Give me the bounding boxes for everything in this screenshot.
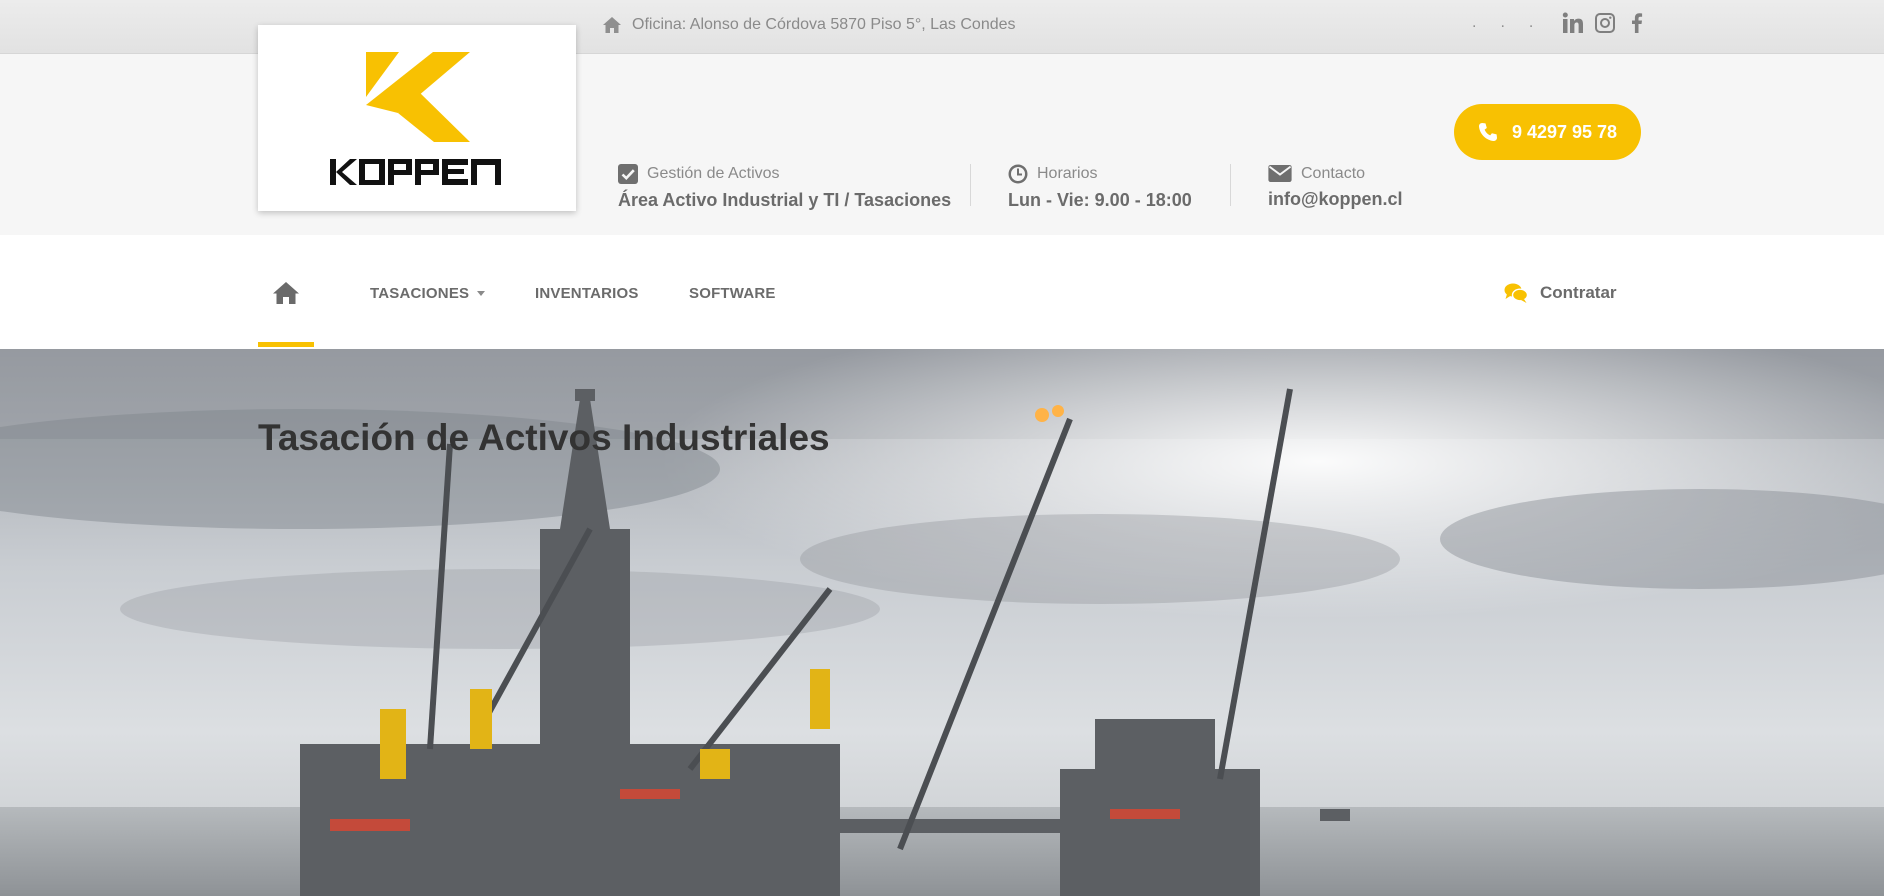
phone-button[interactable]: 9 4297 95 78 <box>1454 104 1641 160</box>
social-links <box>1562 12 1648 34</box>
hero-banner: Tasación de Activos Industriales <box>0 349 1884 896</box>
envelope-icon <box>1268 165 1292 182</box>
divider <box>970 164 971 206</box>
phone-icon <box>1478 123 1497 141</box>
nav-item-tasaciones[interactable]: TASACIONES <box>370 285 486 302</box>
main-nav: TASACIONES INVENTARIOS SOFTWARE Contrata… <box>0 235 1884 349</box>
koppen-logo-mark <box>330 52 501 185</box>
active-indicator <box>258 342 314 347</box>
nav-item-label: SOFTWARE <box>689 285 776 302</box>
nav-item-label: INVENTARIOS <box>535 285 639 302</box>
topbar-dot: . <box>1528 14 1534 31</box>
topbar-dot: . <box>1500 14 1505 31</box>
hero-title: Tasación de Activos Industriales <box>258 417 830 458</box>
info-value: Área Activo Industrial y TI / Tasaciones <box>618 190 952 210</box>
contratar-link[interactable]: Contratar <box>1504 282 1617 304</box>
divider <box>1230 164 1231 206</box>
nav-item-label: TASACIONES <box>370 285 470 302</box>
phone-button-label: 9 4297 95 78 <box>1511 121 1618 142</box>
logo[interactable] <box>258 25 576 211</box>
caret-down-icon <box>477 291 486 296</box>
info-label: Gestión de Activos <box>647 165 780 182</box>
info-hours: Horarios Lun - Vie: 9.00 - 18:00 <box>1008 164 1192 211</box>
instagram-icon[interactable] <box>1594 12 1616 34</box>
facebook-icon[interactable] <box>1626 12 1648 34</box>
home-icon <box>273 282 299 304</box>
nav-home[interactable] <box>258 235 314 349</box>
contact-email[interactable]: info@koppen.cl <box>1268 189 1403 210</box>
home-icon <box>603 17 621 33</box>
check-square-icon <box>618 164 638 184</box>
topbar-dot: . <box>1472 14 1477 31</box>
nav-item-inventarios[interactable]: INVENTARIOS <box>535 285 639 302</box>
contratar-label: Contratar <box>1540 283 1617 302</box>
linkedin-icon[interactable] <box>1562 12 1584 34</box>
clock-icon <box>1008 164 1028 184</box>
info-value: Lun - Vie: 9.00 - 18:00 <box>1008 190 1192 210</box>
comments-icon <box>1504 283 1528 303</box>
office-address-text: Oficina: Alonso de Córdova 5870 Piso 5°,… <box>632 16 1016 33</box>
info-asset-management: Gestión de Activos Área Activo Industria… <box>618 164 951 211</box>
info-contact: Contacto info@koppen.cl <box>1268 164 1403 210</box>
topbar-dots: . . . <box>1472 14 1533 32</box>
nav-item-software[interactable]: SOFTWARE <box>689 285 776 302</box>
info-label: Contacto <box>1301 164 1366 182</box>
info-label: Horarios <box>1037 165 1098 182</box>
office-address: Oficina: Alonso de Córdova 5870 Piso 5°,… <box>602 16 1016 34</box>
